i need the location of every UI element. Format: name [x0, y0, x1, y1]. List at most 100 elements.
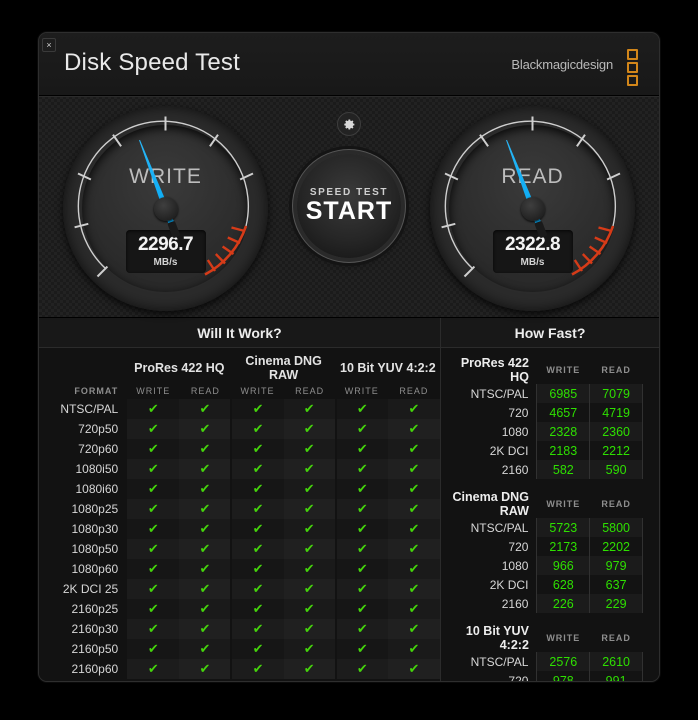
- subheader-read-g1: READ: [190, 385, 220, 396]
- start-speed-test-button[interactable]: SPEED TEST START: [297, 154, 401, 258]
- check-icon: ✔: [335, 499, 388, 519]
- group-header-prores: ProRes 422 HQ: [134, 361, 225, 375]
- how-fast-write-value: 5723: [536, 518, 590, 537]
- check-icon: ✔: [127, 659, 180, 679]
- check-icon: ✔: [231, 539, 284, 559]
- write-gauge-label: WRITE: [129, 165, 202, 188]
- how-fast-col-write: WRITE: [546, 633, 581, 643]
- window-titlebar: Disk Speed Test Blackmagicdesign: [39, 33, 659, 96]
- check-icon: ✔: [387, 619, 440, 639]
- gear-icon: [343, 118, 354, 130]
- row-format-label: 1080i50: [75, 462, 119, 476]
- how-fast-col-write: WRITE: [546, 499, 581, 509]
- screen: Disk Speed Test Blackmagicdesign WRITE 2…: [0, 0, 698, 720]
- check-icon: ✔: [231, 499, 284, 519]
- how-fast-read-value: 5800: [589, 518, 643, 537]
- row-format-label: 1080i60: [75, 482, 119, 496]
- will-it-work-title: Will It Work?: [39, 318, 440, 348]
- how-fast-row-label: NTSC/PAL: [470, 654, 529, 669]
- table-row: 2160p25 ✔ ✔ ✔ ✔ ✔ ✔: [39, 599, 440, 619]
- settings-button[interactable]: [337, 112, 361, 136]
- read-value: 2322.8: [504, 234, 561, 255]
- how-fast-write-value: 6985: [536, 384, 590, 403]
- check-icon: ✔: [231, 619, 284, 639]
- row-format-label: 2160p50: [71, 642, 119, 656]
- how-fast-row-label: 2160: [501, 462, 529, 477]
- how-fast-group-name: Cinema DNG RAW: [452, 490, 529, 518]
- check-icon: ✔: [127, 639, 180, 659]
- how-fast-group-header: 10 Bit YUV 4:2:2 WRITE READ: [447, 624, 643, 652]
- group-header-cinemadng: Cinema DNG RAW: [245, 354, 322, 382]
- will-it-work-tbody: NTSC/PAL ✔ ✔ ✔ ✔ ✔ ✔ 720p50 ✔ ✔ ✔ ✔ ✔ ✔ 720p60 ✔ ✔ ✔ ✔ ✔ ✔ 10…: [39, 399, 440, 679]
- check-icon: ✔: [231, 479, 284, 499]
- read-gauge: READ 2322.8 MB/s: [430, 106, 635, 311]
- how-fast-row-label: 1080: [501, 424, 529, 439]
- how-fast-row-label: 1080: [501, 558, 529, 573]
- check-icon: ✔: [179, 599, 233, 619]
- how-fast-row-label: 720: [508, 673, 529, 682]
- check-icon: ✔: [335, 399, 388, 419]
- check-icon: ✔: [179, 619, 233, 639]
- will-it-work-panel: Will It Work? ProRes 422 HQ Cinema DNG R…: [39, 318, 441, 681]
- check-icon: ✔: [335, 659, 388, 679]
- check-icon: ✔: [179, 659, 233, 679]
- check-icon: ✔: [231, 639, 284, 659]
- subheader-read-g2: READ: [295, 385, 325, 396]
- how-fast-write-value: 978: [536, 671, 590, 681]
- check-icon: ✔: [335, 559, 388, 579]
- table-row: 1080p25 ✔ ✔ ✔ ✔ ✔ ✔: [39, 499, 440, 519]
- check-icon: ✔: [283, 439, 337, 459]
- check-icon: ✔: [387, 659, 440, 679]
- check-icon: ✔: [179, 459, 233, 479]
- close-icon[interactable]: ×: [42, 38, 56, 52]
- group-header-10bityuv: 10 Bit YUV 4:2:2: [340, 361, 436, 375]
- how-fast-write-value: 582: [536, 460, 590, 479]
- table-row: 2160p30 ✔ ✔ ✔ ✔ ✔ ✔: [39, 619, 440, 639]
- check-icon: ✔: [387, 519, 440, 539]
- check-icon: ✔: [179, 539, 233, 559]
- how-fast-row: NTSC/PAL 6985 7079: [447, 384, 643, 403]
- how-fast-row-label: 2160: [501, 596, 529, 611]
- table-row: NTSC/PAL ✔ ✔ ✔ ✔ ✔ ✔: [39, 399, 440, 419]
- how-fast-group-name: 10 Bit YUV 4:2:2: [465, 624, 529, 652]
- row-format-label: 1080p60: [71, 562, 119, 576]
- row-format-label: 2160p30: [71, 622, 119, 636]
- how-fast-read-value: 2610: [589, 652, 643, 671]
- how-fast-row-label: 720: [508, 405, 529, 420]
- how-fast-row: 2160 226 229: [447, 594, 643, 613]
- table-row: 1080i60 ✔ ✔ ✔ ✔ ✔ ✔: [39, 479, 440, 499]
- check-icon: ✔: [179, 439, 233, 459]
- how-fast-row: 1080 966 979: [447, 556, 643, 575]
- sub-header-row: FORMAT WRITE READ WRITE READ WRITE READ: [39, 382, 440, 399]
- group-header-row: ProRes 422 HQ Cinema DNG RAW 10 Bit YUV …: [39, 348, 440, 382]
- check-icon: ✔: [335, 639, 388, 659]
- check-icon: ✔: [179, 639, 233, 659]
- check-icon: ✔: [127, 519, 180, 539]
- check-icon: ✔: [387, 419, 440, 439]
- table-row: 2160p50 ✔ ✔ ✔ ✔ ✔ ✔: [39, 639, 440, 659]
- how-fast-groups: ProRes 422 HQ WRITE READ NTSC/PAL 6985 7079 72…: [441, 348, 659, 682]
- write-needle-hub: [153, 196, 178, 221]
- how-fast-read-value: 590: [589, 460, 643, 479]
- check-icon: ✔: [127, 539, 180, 559]
- table-row: 720p50 ✔ ✔ ✔ ✔ ✔ ✔: [39, 419, 440, 439]
- subheader-read-g3: READ: [399, 385, 429, 396]
- check-icon: ✔: [127, 399, 180, 419]
- how-fast-read-value: 2202: [589, 537, 643, 556]
- read-unit: MB/s: [520, 257, 545, 268]
- check-icon: ✔: [335, 519, 388, 539]
- write-readout: 2296.7 MB/s: [125, 230, 206, 273]
- how-fast-read-value: 4719: [589, 403, 643, 422]
- how-fast-group-header: ProRes 422 HQ WRITE READ: [447, 356, 643, 384]
- table-row: 2160p60 ✔ ✔ ✔ ✔ ✔ ✔: [39, 659, 440, 679]
- table-row: 1080p60 ✔ ✔ ✔ ✔ ✔ ✔: [39, 559, 440, 579]
- how-fast-row: 720 4657 4719: [447, 403, 643, 422]
- check-icon: ✔: [283, 399, 337, 419]
- how-fast-row: NTSC/PAL 2576 2610: [447, 652, 643, 671]
- gauges-panel: WRITE 2296.7 MB/s SPEED TEST START READ …: [39, 96, 659, 318]
- table-row: 1080p50 ✔ ✔ ✔ ✔ ✔ ✔: [39, 539, 440, 559]
- check-icon: ✔: [335, 439, 388, 459]
- how-fast-row: 720 978 991: [447, 671, 643, 682]
- will-it-work-thead: ProRes 422 HQ Cinema DNG RAW 10 Bit YUV …: [39, 348, 440, 399]
- brand-text: Blackmagicdesign: [511, 57, 613, 72]
